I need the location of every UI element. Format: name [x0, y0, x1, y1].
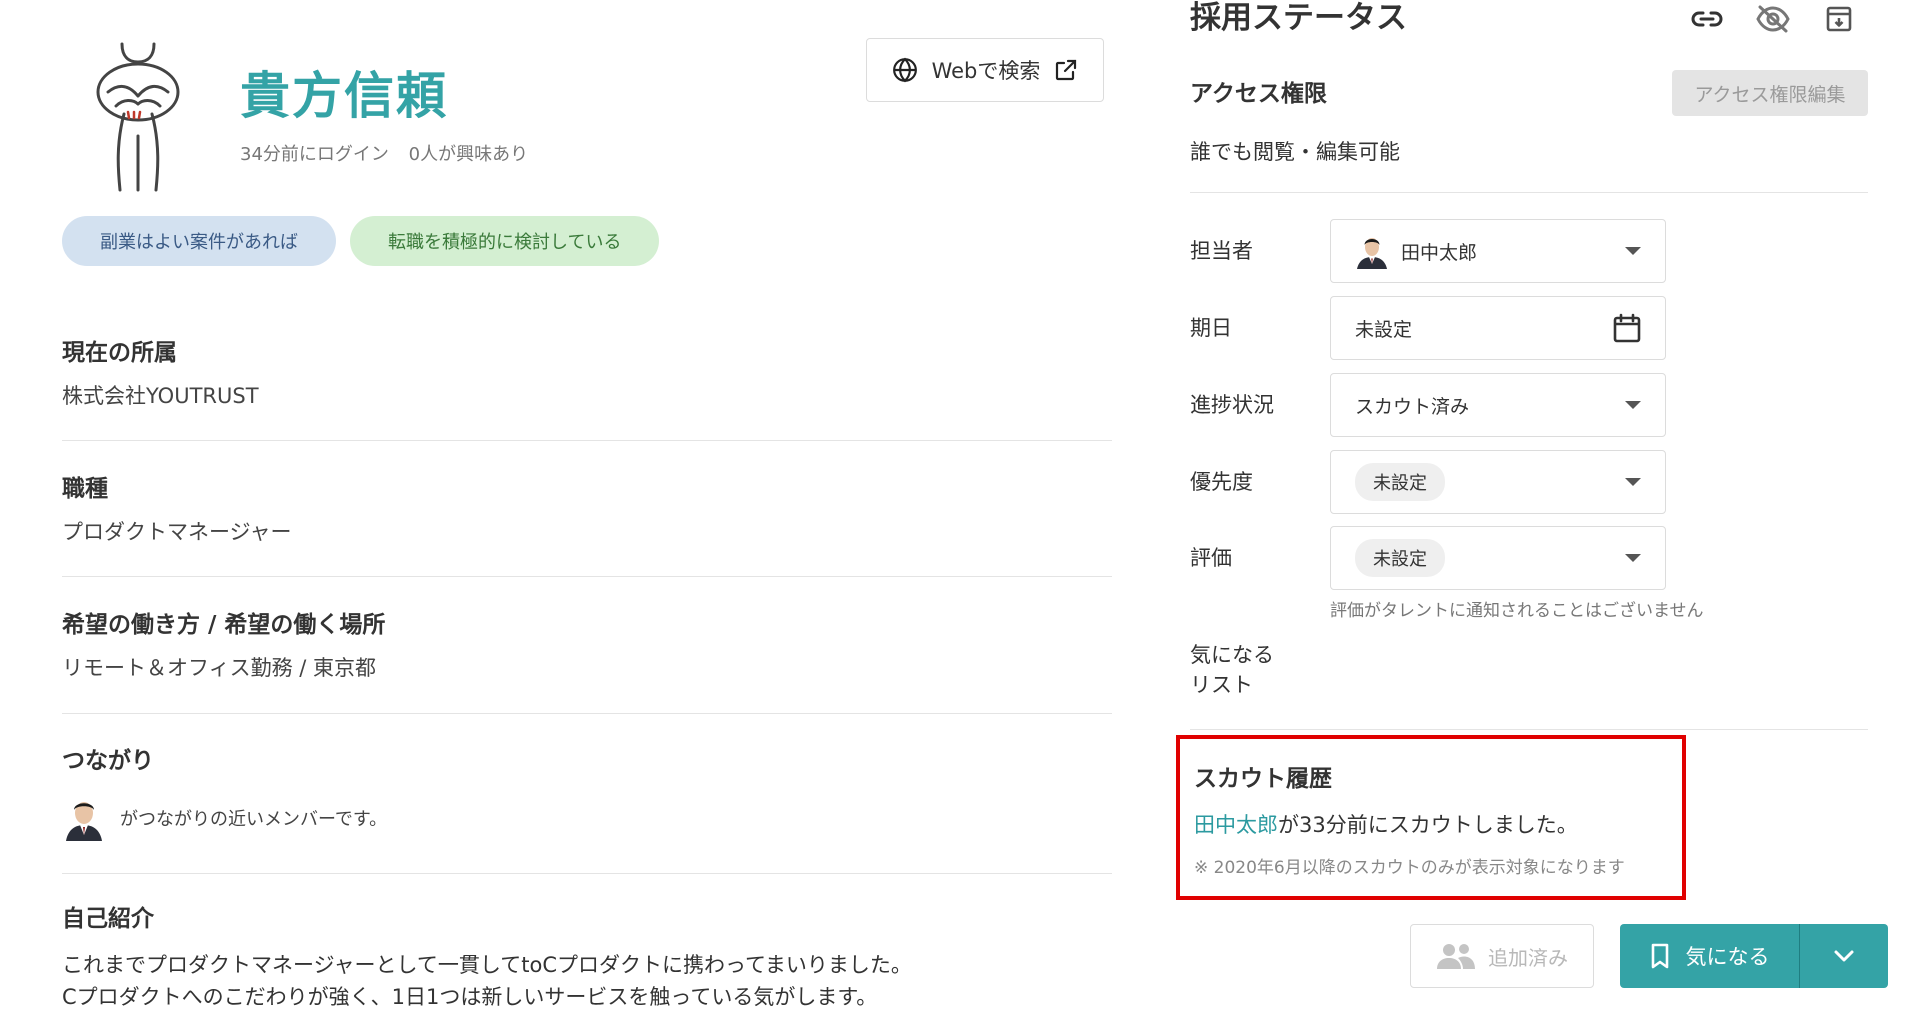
users-icon	[1437, 944, 1475, 969]
profile-avatar	[88, 40, 188, 192]
link-icon[interactable]	[1690, 4, 1724, 34]
interest-button-group: 気になる	[1620, 924, 1888, 988]
preference-tags: 副業はよい案件があれば 転職を積極的に検討している	[62, 216, 660, 266]
access-edit-button[interactable]: アクセス権限編集	[1672, 70, 1868, 116]
chevron-down-icon	[1625, 401, 1641, 409]
web-search-button[interactable]: Webで検索	[866, 38, 1104, 102]
divider	[62, 440, 1112, 441]
section-affiliation: 現在の所属 株式会社YOUTRUST	[62, 337, 1112, 411]
interest-count-text: 0人が興味あり	[408, 144, 529, 165]
watchlist-label: 気になる リスト	[1190, 640, 1274, 700]
section-intro: 自己紹介 これまでプロダクトマネージャーとして一貫してtoCプロダクトに携わって…	[62, 903, 1112, 1013]
status-panel-title: 採用ステータス	[1190, 0, 1407, 36]
connection-avatar[interactable]	[62, 795, 106, 841]
due-date-label: 期日	[1190, 316, 1232, 340]
eye-off-icon[interactable]	[1756, 4, 1790, 34]
connection-text: がつながりの近いメンバーです。	[120, 809, 388, 830]
intro-line: Cプロダクトへのこだわりが強く、1日1つは新しいサービスを触っている気がします。	[62, 985, 878, 1009]
web-search-label: Webで検索	[931, 59, 1041, 83]
scout-history-box: スカウト履歴 田中太郎が33分前にスカウトしました。 ※ 2020年6月以降のス…	[1176, 735, 1686, 900]
section-occupation: 職種 プロダクトマネージャー	[62, 473, 1112, 547]
occupation-title: 職種	[62, 476, 108, 502]
intro-title: 自己紹介	[62, 906, 154, 932]
added-button[interactable]: 追加済み	[1410, 924, 1594, 988]
scout-user-link[interactable]: 田中太郎	[1194, 813, 1278, 837]
affiliation-value: 株式会社YOUTRUST	[62, 384, 259, 408]
section-work-style: 希望の働き方 / 希望の働く場所 リモート＆オフィス勤務 / 東京都	[62, 609, 1112, 683]
evaluation-select[interactable]: 未設定	[1330, 526, 1666, 590]
divider	[62, 873, 1112, 874]
scout-message: が33分前にスカウトしました。	[1278, 813, 1578, 837]
evaluation-label: 評価	[1190, 546, 1232, 570]
panel-toolbar	[1690, 4, 1856, 34]
interest-dropdown-button[interactable]	[1800, 924, 1888, 988]
calendar-icon[interactable]	[1613, 313, 1641, 343]
external-link-icon	[1056, 59, 1077, 81]
priority-value: 未設定	[1355, 463, 1445, 501]
assignee-select[interactable]: 田中太郎	[1330, 219, 1666, 283]
chevron-down-icon	[1625, 554, 1641, 562]
evaluation-note: 評価がタレントに通知されることはございません	[1330, 601, 1704, 621]
profile-meta: 34分前にログイン 0人が興味あり	[240, 140, 528, 166]
added-label: 追加済み	[1488, 945, 1568, 970]
assignee-avatar	[1357, 238, 1387, 269]
work-style-title: 希望の働き方 / 希望の働く場所	[62, 612, 386, 638]
evaluation-value: 未設定	[1355, 539, 1445, 577]
scout-history-footnote: ※ 2020年6月以降のスカウトのみが表示対象になります	[1194, 858, 1625, 878]
section-connection: つながり がつながりの近いメンバーです。	[62, 745, 1112, 841]
affiliation-title: 現在の所属	[62, 340, 177, 366]
work-style-value: リモート＆オフィス勤務 / 東京都	[62, 656, 377, 680]
scout-history-entry: 田中太郎が33分前にスカウトしました。	[1194, 809, 1578, 839]
tag-side-job: 副業はよい案件があれば	[62, 216, 336, 266]
globe-icon	[892, 57, 917, 83]
due-date-value: 未設定	[1355, 318, 1413, 341]
divider	[1190, 729, 1868, 730]
chevron-down-icon	[1834, 950, 1854, 962]
interest-label: 気になる	[1685, 945, 1770, 969]
chevron-down-icon	[1625, 478, 1641, 486]
intro-line: これまでプロダクトマネージャーとして一貫してtoCプロダクトに携わってまいりまし…	[62, 953, 912, 977]
assignee-label: 担当者	[1190, 239, 1253, 263]
divider	[62, 576, 1112, 577]
access-title: アクセス権限	[1190, 81, 1327, 107]
chevron-down-icon	[1625, 247, 1641, 255]
priority-label: 優先度	[1190, 470, 1253, 494]
progress-value: スカウト済み	[1355, 395, 1470, 418]
progress-select[interactable]: スカウト済み	[1330, 373, 1666, 437]
connection-title: つながり	[62, 748, 154, 774]
divider	[62, 713, 1112, 714]
watchlist-label-line: 気になる	[1190, 643, 1274, 667]
divider	[1190, 192, 1868, 193]
watchlist-label-line: リスト	[1190, 673, 1253, 697]
assignee-value: 田中太郎	[1401, 241, 1478, 264]
bookmark-icon	[1651, 943, 1668, 969]
last-login-text: 34分前にログイン	[240, 144, 389, 165]
priority-select[interactable]: 未設定	[1330, 450, 1666, 514]
access-value: 誰でも閲覧・編集可能	[1190, 140, 1400, 164]
occupation-value: プロダクトマネージャー	[62, 520, 292, 544]
scout-history-title: スカウト履歴	[1194, 766, 1332, 792]
archive-icon[interactable]	[1822, 4, 1856, 34]
due-date-input[interactable]: 未設定	[1330, 296, 1666, 360]
progress-label: 進捗状況	[1190, 393, 1274, 417]
profile-name: 貴方信頼	[240, 67, 448, 125]
tag-job-change: 転職を積極的に検討している	[350, 216, 660, 266]
interest-button[interactable]: 気になる	[1620, 924, 1799, 988]
